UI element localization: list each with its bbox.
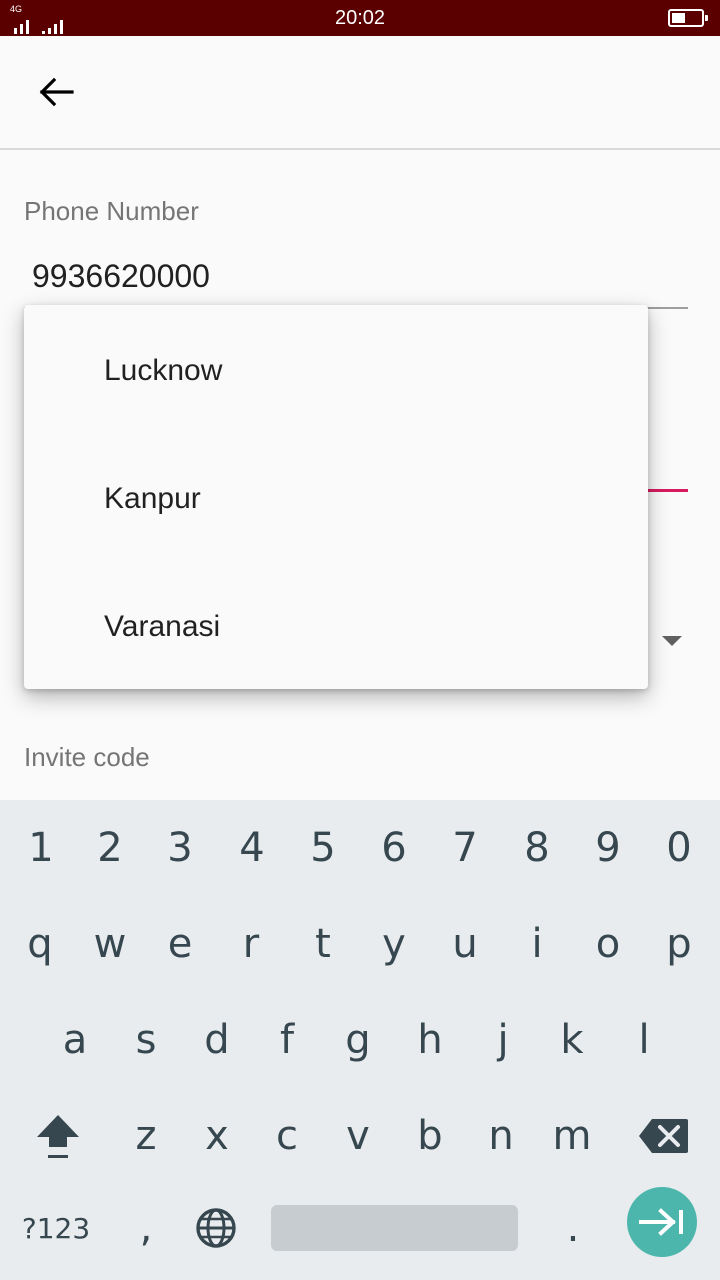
invite-code-label: Invite code — [24, 742, 150, 772]
key-b[interactable]: b — [394, 1088, 466, 1184]
clock: 20:02 — [334, 7, 386, 29]
period-key[interactable]: . — [537, 1180, 609, 1276]
space-bar[interactable] — [271, 1205, 518, 1251]
key-g[interactable]: g — [322, 992, 394, 1088]
key-1[interactable]: 1 — [5, 800, 77, 896]
key-u[interactable]: u — [429, 896, 501, 992]
key-v[interactable]: v — [322, 1088, 394, 1184]
city-dropdown-menu: Lucknow Kanpur Varanasi — [24, 305, 648, 689]
number-row: 1 2 3 4 5 6 7 8 9 0 — [0, 800, 720, 896]
key-z[interactable]: z — [110, 1088, 182, 1184]
phone-number-label: Phone Number — [24, 196, 199, 226]
backspace-icon — [639, 1119, 688, 1153]
key-d[interactable]: d — [181, 992, 253, 1088]
key-s[interactable]: s — [110, 992, 182, 1088]
language-key[interactable] — [180, 1180, 252, 1276]
key-r[interactable]: r — [215, 896, 287, 992]
key-6[interactable]: 6 — [358, 800, 430, 896]
key-e[interactable]: e — [144, 896, 216, 992]
key-w[interactable]: w — [74, 896, 146, 992]
key-f[interactable]: f — [251, 992, 323, 1088]
globe-icon — [196, 1208, 236, 1248]
dropdown-arrow-icon[interactable] — [662, 636, 682, 646]
key-9[interactable]: 9 — [572, 800, 644, 896]
comma-key[interactable]: , — [110, 1180, 182, 1276]
key-o[interactable]: o — [572, 896, 644, 992]
symbols-key[interactable]: ?123 — [10, 1180, 102, 1276]
dropdown-option-kanpur[interactable]: Kanpur — [24, 435, 648, 563]
letter-row-1: q w e r t y u i o p — [0, 896, 720, 992]
enter-icon — [639, 1208, 683, 1236]
shift-key[interactable] — [18, 1088, 98, 1184]
key-3[interactable]: 3 — [144, 800, 216, 896]
key-m[interactable]: m — [536, 1088, 608, 1184]
key-7[interactable]: 7 — [429, 800, 501, 896]
shift-icon — [37, 1115, 79, 1158]
phone-number-input[interactable]: 9936620000 — [32, 258, 210, 295]
key-q[interactable]: q — [4, 896, 76, 992]
key-c[interactable]: c — [251, 1088, 323, 1184]
key-h[interactable]: h — [394, 992, 466, 1088]
status-bar: 4G 20:02 — [0, 0, 720, 36]
key-j[interactable]: j — [467, 992, 539, 1088]
key-0[interactable]: 0 — [643, 800, 715, 896]
dropdown-option-lucknow[interactable]: Lucknow — [24, 307, 648, 435]
key-5[interactable]: 5 — [287, 800, 359, 896]
enter-key[interactable] — [627, 1187, 697, 1257]
battery-fill — [672, 13, 685, 23]
battery-icon — [668, 9, 708, 27]
key-2[interactable]: 2 — [74, 800, 146, 896]
key-y[interactable]: y — [358, 896, 430, 992]
key-p[interactable]: p — [643, 896, 715, 992]
letter-row-3: z x c v b n m — [0, 1088, 720, 1184]
backspace-key[interactable] — [628, 1088, 700, 1184]
letter-row-2: a s d f g h j k l — [0, 992, 720, 1088]
key-4[interactable]: 4 — [216, 800, 288, 896]
key-x[interactable]: x — [181, 1088, 253, 1184]
key-l[interactable]: l — [608, 992, 680, 1088]
key-8[interactable]: 8 — [501, 800, 573, 896]
arrow-left-icon — [39, 77, 74, 107]
back-button[interactable] — [28, 68, 84, 116]
key-t[interactable]: t — [287, 896, 359, 992]
key-a[interactable]: a — [39, 992, 111, 1088]
key-i[interactable]: i — [501, 896, 573, 992]
key-k[interactable]: k — [536, 992, 608, 1088]
app-bar — [0, 36, 720, 150]
key-n[interactable]: n — [465, 1088, 537, 1184]
dropdown-option-varanasi[interactable]: Varanasi — [24, 563, 648, 691]
